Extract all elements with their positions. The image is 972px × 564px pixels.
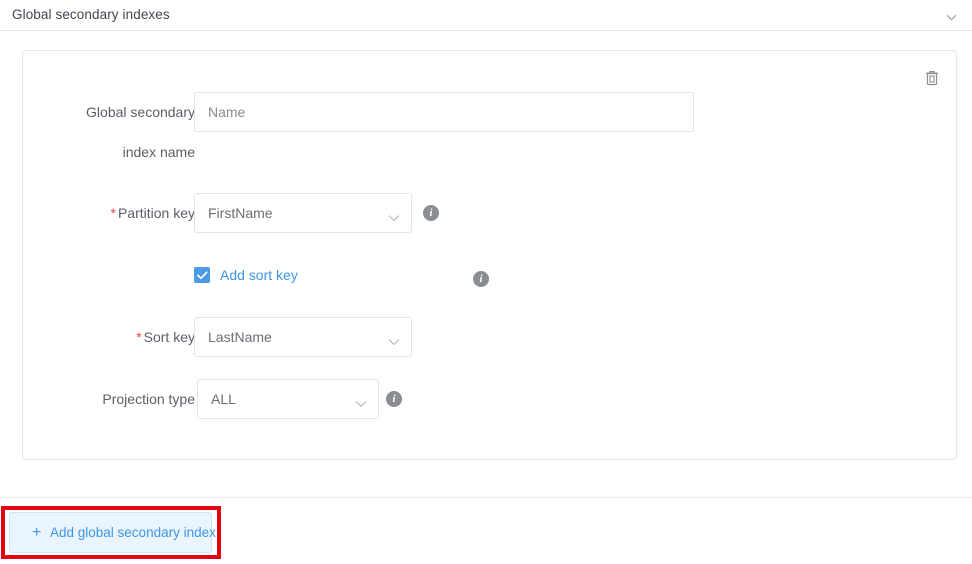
section-header: Global secondary indexes <box>0 0 972 31</box>
field-row-sort-key: * Sort key LastName <box>23 317 958 357</box>
plus-icon: + <box>32 524 42 541</box>
add-global-secondary-index-label: Add global secondary index <box>50 525 216 540</box>
label-index-name-line2: index name <box>122 144 195 160</box>
projection-type-value: ALL <box>211 391 236 407</box>
chevron-down-icon <box>388 209 400 222</box>
info-icon[interactable] <box>473 271 489 287</box>
info-icon[interactable] <box>386 391 402 407</box>
chevron-down-icon <box>946 12 957 23</box>
label-index-name-line1: Global secondary <box>86 104 195 120</box>
add-sort-key-label[interactable]: Add sort key <box>220 266 298 285</box>
sort-key-select[interactable]: LastName <box>194 317 412 357</box>
add-global-secondary-index-button[interactable]: + Add global secondary index <box>9 512 216 553</box>
trash-icon <box>921 67 943 89</box>
projection-type-select[interactable]: ALL <box>197 379 379 419</box>
delete-index-button[interactable] <box>921 67 943 89</box>
label-sort-key: * Sort key <box>0 317 195 357</box>
field-row-partition-key: * Partition key FirstName <box>23 193 958 233</box>
index-name-input[interactable] <box>194 92 694 132</box>
footer-divider <box>0 497 972 498</box>
add-sort-key-checkbox[interactable] <box>194 267 210 283</box>
label-partition-key: * Partition key <box>0 193 196 233</box>
field-row-projection-type: Projection type ALL <box>23 379 958 419</box>
chevron-down-icon <box>355 395 367 408</box>
chevron-down-icon <box>388 333 400 346</box>
required-marker-partition-key: * <box>110 205 116 221</box>
label-projection-type: Projection type <box>102 391 195 407</box>
required-marker-sort-key: * <box>136 329 142 345</box>
sort-key-value: LastName <box>208 329 272 345</box>
collapse-section-button[interactable] <box>940 4 964 28</box>
partition-key-value: FirstName <box>208 205 273 221</box>
partition-key-select[interactable]: FirstName <box>194 193 412 233</box>
section-title: Global secondary indexes <box>12 7 170 22</box>
label-partition-key-text: Partition key <box>117 205 195 221</box>
field-row-index-name: Global secondary index name <box>23 92 958 160</box>
label-sort-key-text: Sort key <box>143 329 195 345</box>
global-secondary-index-card: Global secondary index name *Partition k… <box>22 50 957 460</box>
info-icon[interactable] <box>423 205 439 221</box>
